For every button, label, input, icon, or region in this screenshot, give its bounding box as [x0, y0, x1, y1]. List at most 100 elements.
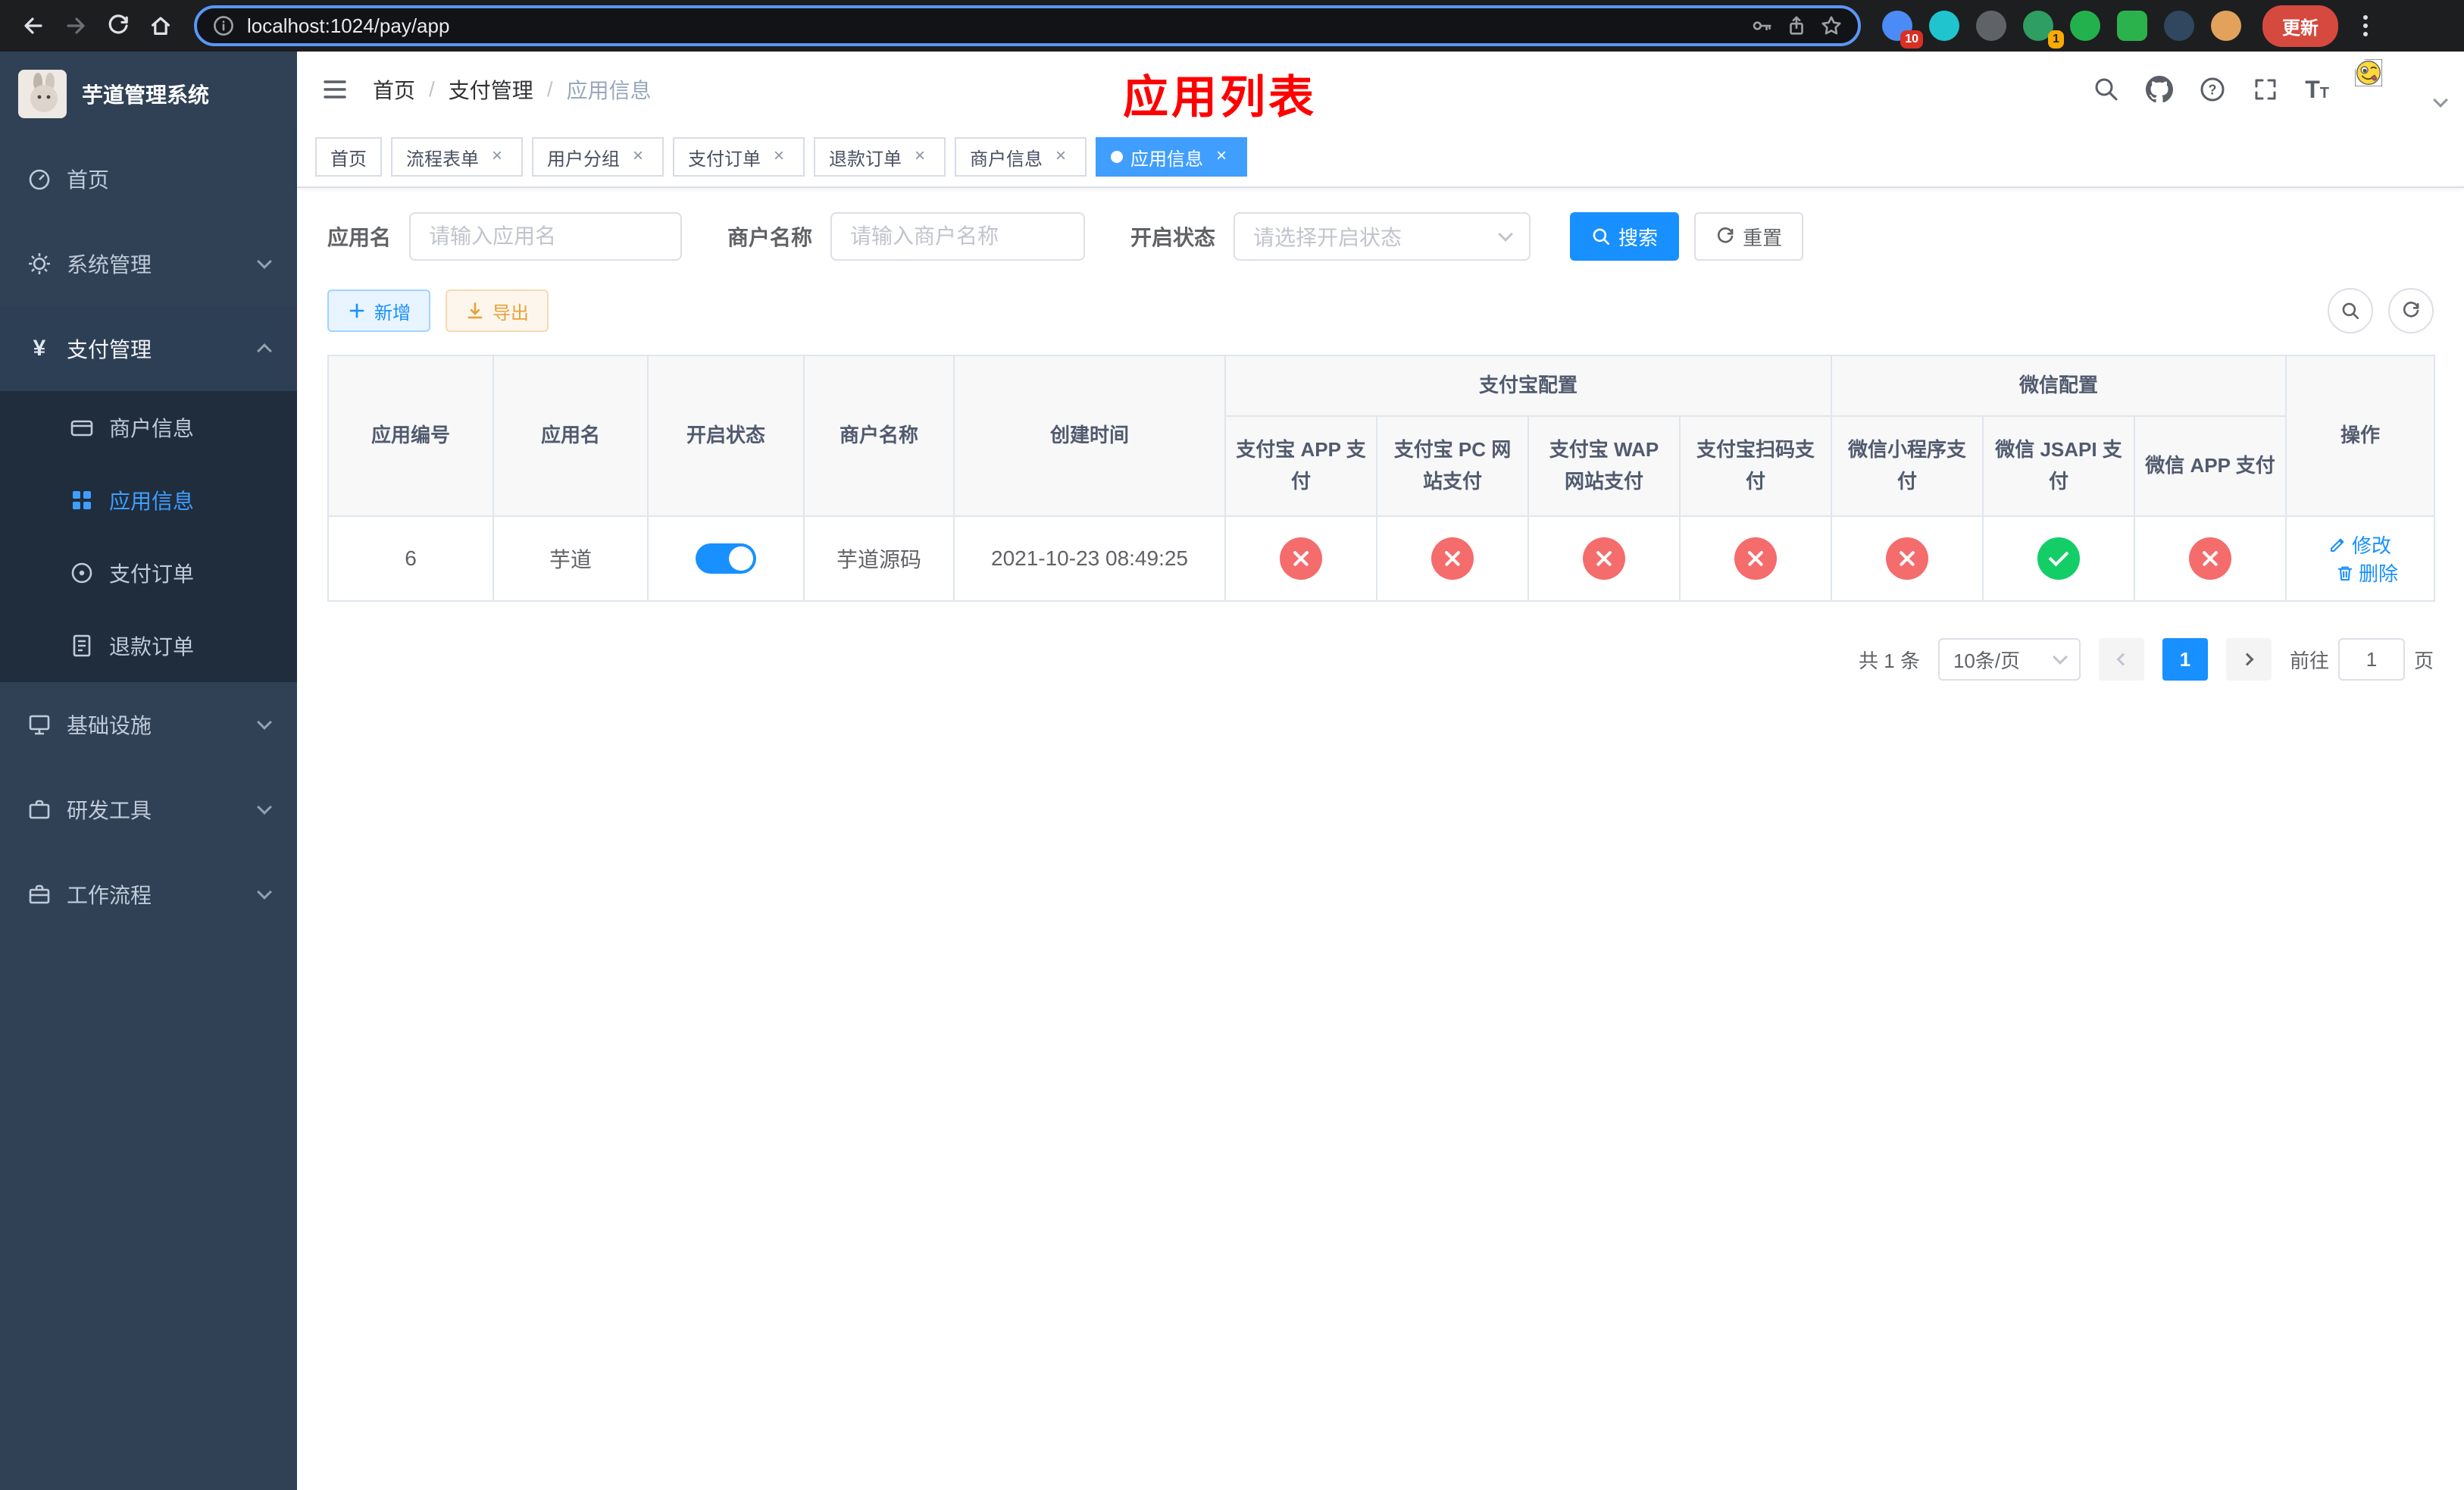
next-page-button[interactable] [2225, 638, 2272, 681]
col-header-wx-jsapi: 微信 JSAPI 支付 [1982, 415, 2136, 517]
browser-extension-icon-2[interactable] [1929, 11, 1959, 41]
gear-icon [29, 253, 50, 274]
page-title: 应用列表 [1123, 72, 1317, 123]
breadcrumb-home[interactable]: 首页 [373, 74, 415, 105]
tab-refund-order[interactable]: 退款订单 × [814, 137, 946, 177]
prev-page-button[interactable] [2098, 638, 2144, 681]
browser-extension-icon-4[interactable]: 1 [2023, 11, 2064, 49]
sidebar-item-payment[interactable]: ¥ 支付管理 [0, 306, 297, 391]
merchant-name-label: 商户名称 [727, 226, 813, 249]
export-button[interactable]: 导出 [446, 290, 549, 332]
document-icon [73, 634, 91, 657]
github-icon[interactable] [2146, 76, 2174, 103]
site-info-icon[interactable] [212, 14, 235, 37]
merchant-name-input[interactable] [830, 212, 1086, 261]
browser-extension-icon-7[interactable] [2164, 11, 2194, 41]
back-icon[interactable] [12, 5, 55, 47]
tab-home[interactable]: 首页 [315, 137, 382, 177]
sidebar-item-home[interactable]: 首页 [0, 136, 297, 221]
forward-icon[interactable] [55, 5, 97, 47]
goto-page-input[interactable] [2337, 638, 2405, 681]
col-header-wx-app: 微信 APP 支付 [2134, 415, 2287, 517]
user-avatar[interactable] [2355, 59, 2416, 120]
col-header-ops: 操作 [2285, 355, 2436, 517]
browser-update-button[interactable]: 更新 [2262, 5, 2338, 47]
font-size-icon[interactable]: TT [2305, 76, 2329, 104]
wx-app-status-icon [2189, 537, 2232, 580]
browser-chrome: localhost:1024/pay/app 10 1 更新 [0, 0, 2464, 52]
browser-extension-icon-5[interactable] [2070, 11, 2100, 41]
search-icon[interactable] [2093, 76, 2120, 103]
sidebar-item-system[interactable]: 系统管理 [0, 221, 297, 306]
current-page-button[interactable]: 1 [2162, 638, 2208, 681]
chevron-up-icon [257, 343, 272, 358]
status-toggle[interactable] [696, 543, 756, 574]
tab-process-form[interactable]: 流程表单 × [391, 137, 523, 177]
plus-icon [349, 303, 364, 318]
home-icon[interactable] [139, 5, 182, 47]
col-header-merchant: 商户名称 [803, 355, 955, 517]
close-icon[interactable]: × [768, 146, 790, 167]
sidebar-item-pay-order[interactable]: 支付订单 [0, 537, 297, 609]
tab-user-group[interactable]: 用户分组 × [532, 137, 664, 177]
refresh-table-button[interactable] [2388, 288, 2434, 333]
sidebar-item-app-info[interactable]: 应用信息 [0, 464, 297, 537]
edit-link[interactable]: 修改 [2329, 531, 2391, 559]
search-icon [2342, 302, 2359, 320]
add-button[interactable]: 新增 [327, 290, 430, 332]
tab-pay-order[interactable]: 支付订单 × [673, 137, 805, 177]
avatar-caret-icon[interactable] [2433, 92, 2448, 108]
bookmark-star-icon[interactable] [1820, 14, 1843, 37]
delete-link[interactable]: 删除 [2336, 559, 2398, 587]
reload-icon[interactable] [97, 5, 139, 47]
url-text: localhost:1024/pay/app [247, 14, 450, 37]
browser-menu-icon[interactable] [2352, 9, 2379, 42]
close-icon[interactable]: × [1050, 146, 1071, 167]
sidebar-item-merchant-info[interactable]: 商户信息 [0, 391, 297, 464]
close-icon[interactable]: × [486, 146, 508, 167]
sidebar-item-dev-tools[interactable]: 研发工具 [0, 767, 297, 852]
payment-submenu: 商户信息 应用信息 支付订单 退款订单 [0, 391, 297, 682]
browser-extension-icon-6[interactable] [2117, 11, 2147, 41]
page-size-select[interactable]: 10条/页 [1937, 638, 2081, 681]
breadcrumb-section[interactable]: 支付管理 [449, 74, 533, 105]
browser-profile-avatar[interactable] [2211, 11, 2241, 41]
status-select[interactable]: 请选择开启状态 [1234, 212, 1531, 261]
alipay-wap-status-icon [1583, 537, 1625, 580]
col-header-alipay-pc: 支付宝 PC 网站支付 [1376, 415, 1529, 517]
browser-extension-icon-3[interactable] [1976, 11, 2006, 41]
help-icon[interactable]: ? [2199, 76, 2226, 103]
fullscreen-icon[interactable] [2252, 76, 2279, 103]
col-header-id: 应用编号 [327, 355, 494, 517]
sidebar-item-workflow[interactable]: 工作流程 [0, 852, 297, 937]
extension-badge: 1 [2048, 30, 2064, 49]
col-header-alipay-app: 支付宝 APP 支付 [1224, 415, 1377, 517]
target-icon [71, 562, 92, 584]
search-button[interactable]: 搜索 [1570, 212, 1680, 261]
key-icon[interactable] [1750, 14, 1773, 37]
wx-mini-status-icon [1886, 537, 1929, 580]
app-name-input[interactable] [409, 212, 683, 261]
address-bar[interactable]: localhost:1024/pay/app [194, 5, 1861, 46]
tab-app-info[interactable]: 应用信息 × [1096, 137, 1247, 177]
toggle-search-button[interactable] [2328, 288, 2373, 333]
dashboard-icon [29, 169, 50, 190]
chevron-down-icon [257, 254, 272, 269]
sidebar-menu: 首页 系统管理 ¥ 支付管理 商户信息 应用信息 支付订单 退款订单 基础设施 … [0, 136, 297, 1490]
tab-merchant-info[interactable]: 商户信息 × [955, 137, 1087, 177]
svg-text:?: ? [2209, 82, 2217, 97]
close-icon[interactable]: × [909, 146, 930, 167]
close-icon[interactable]: × [1211, 146, 1232, 167]
briefcase-icon [29, 884, 50, 904]
close-icon[interactable]: × [627, 146, 649, 167]
sidebar-logo: 芋道管理系统 [0, 52, 297, 136]
hamburger-icon[interactable] [297, 52, 373, 127]
yen-icon: ¥ [33, 336, 46, 361]
sidebar-item-infrastructure[interactable]: 基础设施 [0, 682, 297, 767]
chevron-down-icon [257, 800, 272, 815]
share-icon[interactable] [1785, 14, 1808, 37]
app-table: 应用编号 应用名 开启状态 商户名称 创建时间 支付宝配置 微信配置 操作 支付… [327, 355, 2436, 602]
sidebar-item-refund-order[interactable]: 退款订单 [0, 609, 297, 682]
browser-extension-icon-1[interactable]: 10 [1882, 11, 1923, 49]
reset-button[interactable]: 重置 [1694, 212, 1804, 261]
